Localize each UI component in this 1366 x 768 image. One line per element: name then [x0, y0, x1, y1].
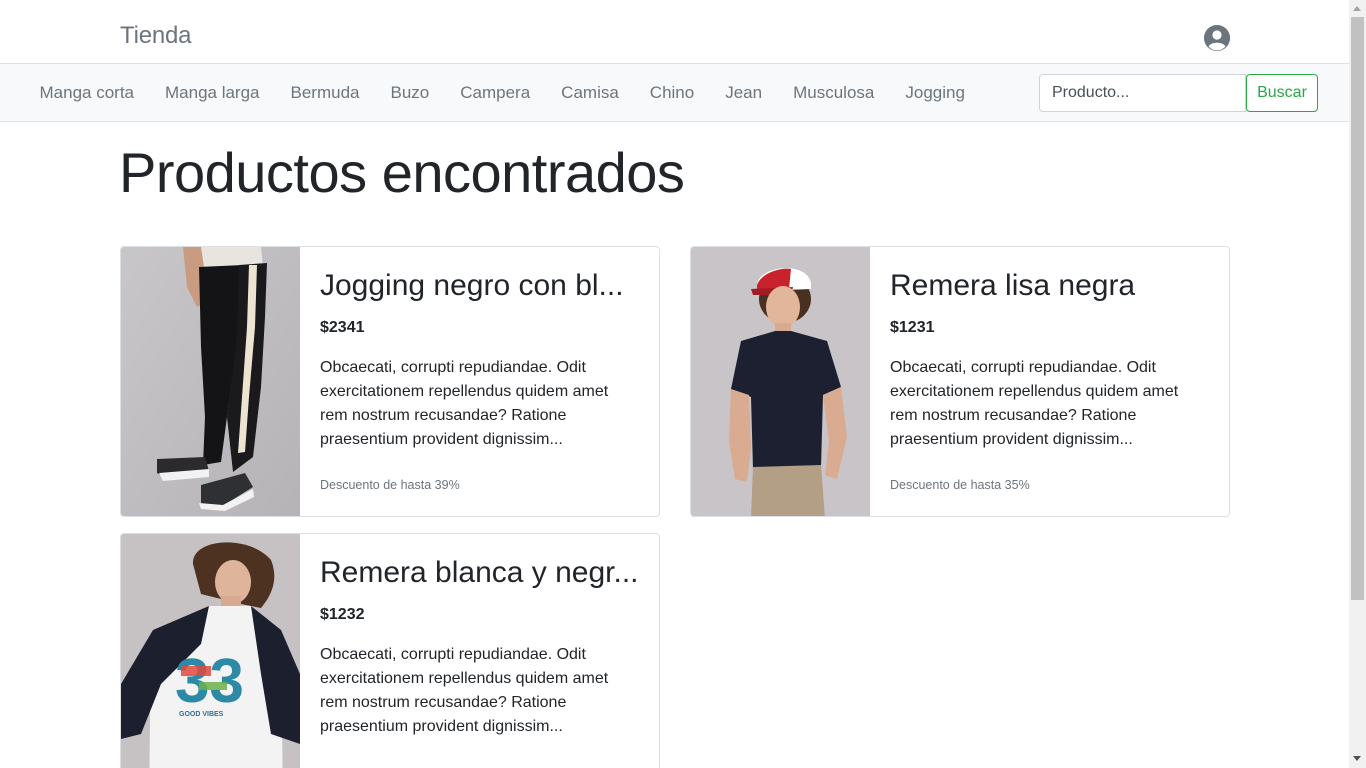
- category-link-musculosa[interactable]: Musculosa: [778, 83, 890, 103]
- category-link-jean[interactable]: Jean: [710, 83, 778, 103]
- scroll-up-arrow-icon[interactable]: [1353, 6, 1361, 11]
- scrollbar-thumb[interactable]: [1351, 17, 1364, 600]
- product-title[interactable]: Jogging negro con bl...: [320, 269, 640, 303]
- product-image-remera-blanca[interactable]: 33 GOOD VIBES: [121, 534, 300, 768]
- product-image-jogging[interactable]: [121, 247, 300, 516]
- product-description: Obcaecati, corrupti repudiandae. Odit ex…: [890, 359, 1179, 448]
- vertical-scrollbar[interactable]: [1349, 0, 1366, 768]
- brand-logo[interactable]: Tienda: [120, 22, 191, 50]
- category-link-bermuda[interactable]: Bermuda: [275, 83, 375, 103]
- category-link-manga-larga[interactable]: Manga larga: [150, 83, 276, 103]
- svg-text:33: 33: [175, 647, 244, 716]
- svg-text:GOOD VIBES: GOOD VIBES: [179, 711, 224, 718]
- category-link-jogging[interactable]: Jogging: [890, 83, 981, 103]
- product-description: Obcaecati, corrupti repudiandae. Odit ex…: [320, 359, 609, 448]
- product-image-remera-negra[interactable]: [691, 247, 870, 516]
- product-price: $1231: [890, 319, 935, 336]
- category-link-manga-corta[interactable]: Manga corta: [24, 83, 150, 103]
- user-circle-icon[interactable]: [1204, 25, 1230, 51]
- scroll-down-arrow-icon[interactable]: [1353, 756, 1361, 761]
- product-title[interactable]: Remera lisa negra: [890, 269, 1210, 303]
- page: Tienda Manga corta Manga larga Bermuda B…: [0, 0, 1349, 768]
- product-card[interactable]: 33 GOOD VIBES Remera blanca y negr... $1…: [120, 533, 660, 768]
- product-price: $1232: [320, 606, 365, 623]
- category-link-buzo[interactable]: Buzo: [375, 83, 445, 103]
- product-discount: Descuento de hasta 39%: [320, 478, 460, 492]
- product-card[interactable]: Jogging negro con bl... $2341 Obcaecati,…: [120, 246, 660, 517]
- product-title[interactable]: Remera blanca y negr...: [320, 556, 640, 590]
- top-header: Tienda: [0, 0, 1349, 64]
- page-title: Productos encontrados: [119, 141, 685, 204]
- category-link-chino[interactable]: Chino: [634, 83, 709, 103]
- product-price: $2341: [320, 319, 365, 336]
- category-link-campera[interactable]: Campera: [445, 83, 546, 103]
- search-input[interactable]: [1039, 74, 1246, 112]
- category-link-camisa[interactable]: Camisa: [546, 83, 635, 103]
- product-description: Obcaecati, corrupti repudiandae. Odit ex…: [320, 646, 609, 735]
- product-card[interactable]: Remera lisa negra $1231 Obcaecati, corru…: [690, 246, 1230, 517]
- category-list: Manga corta Manga larga Bermuda Buzo Cam…: [24, 64, 980, 122]
- search-button[interactable]: Buscar: [1246, 74, 1318, 112]
- product-discount: Descuento de hasta 35%: [890, 478, 1030, 492]
